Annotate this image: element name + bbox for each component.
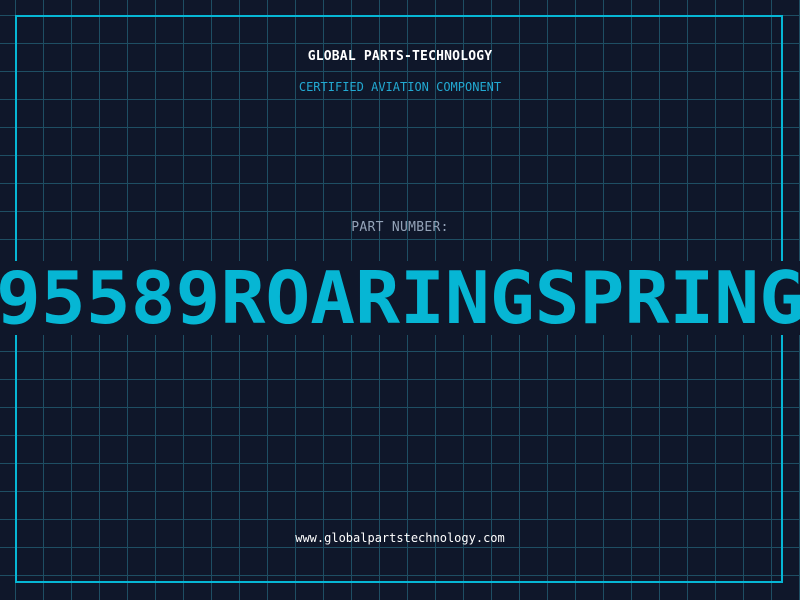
certification-subtitle: CERTIFIED AVIATION COMPONENT [298, 80, 502, 94]
website-url: www.globalpartstechnology.com [295, 531, 505, 545]
part-number-value: 95589ROARINGSPRING [0, 261, 800, 335]
company-name: GLOBAL PARTS-TECHNOLOGY [307, 49, 493, 64]
svg-text:95589ROARINGSPRING: 95589ROARINGSPRING [0, 261, 800, 335]
part-number-label: PART NUMBER: [351, 220, 449, 235]
